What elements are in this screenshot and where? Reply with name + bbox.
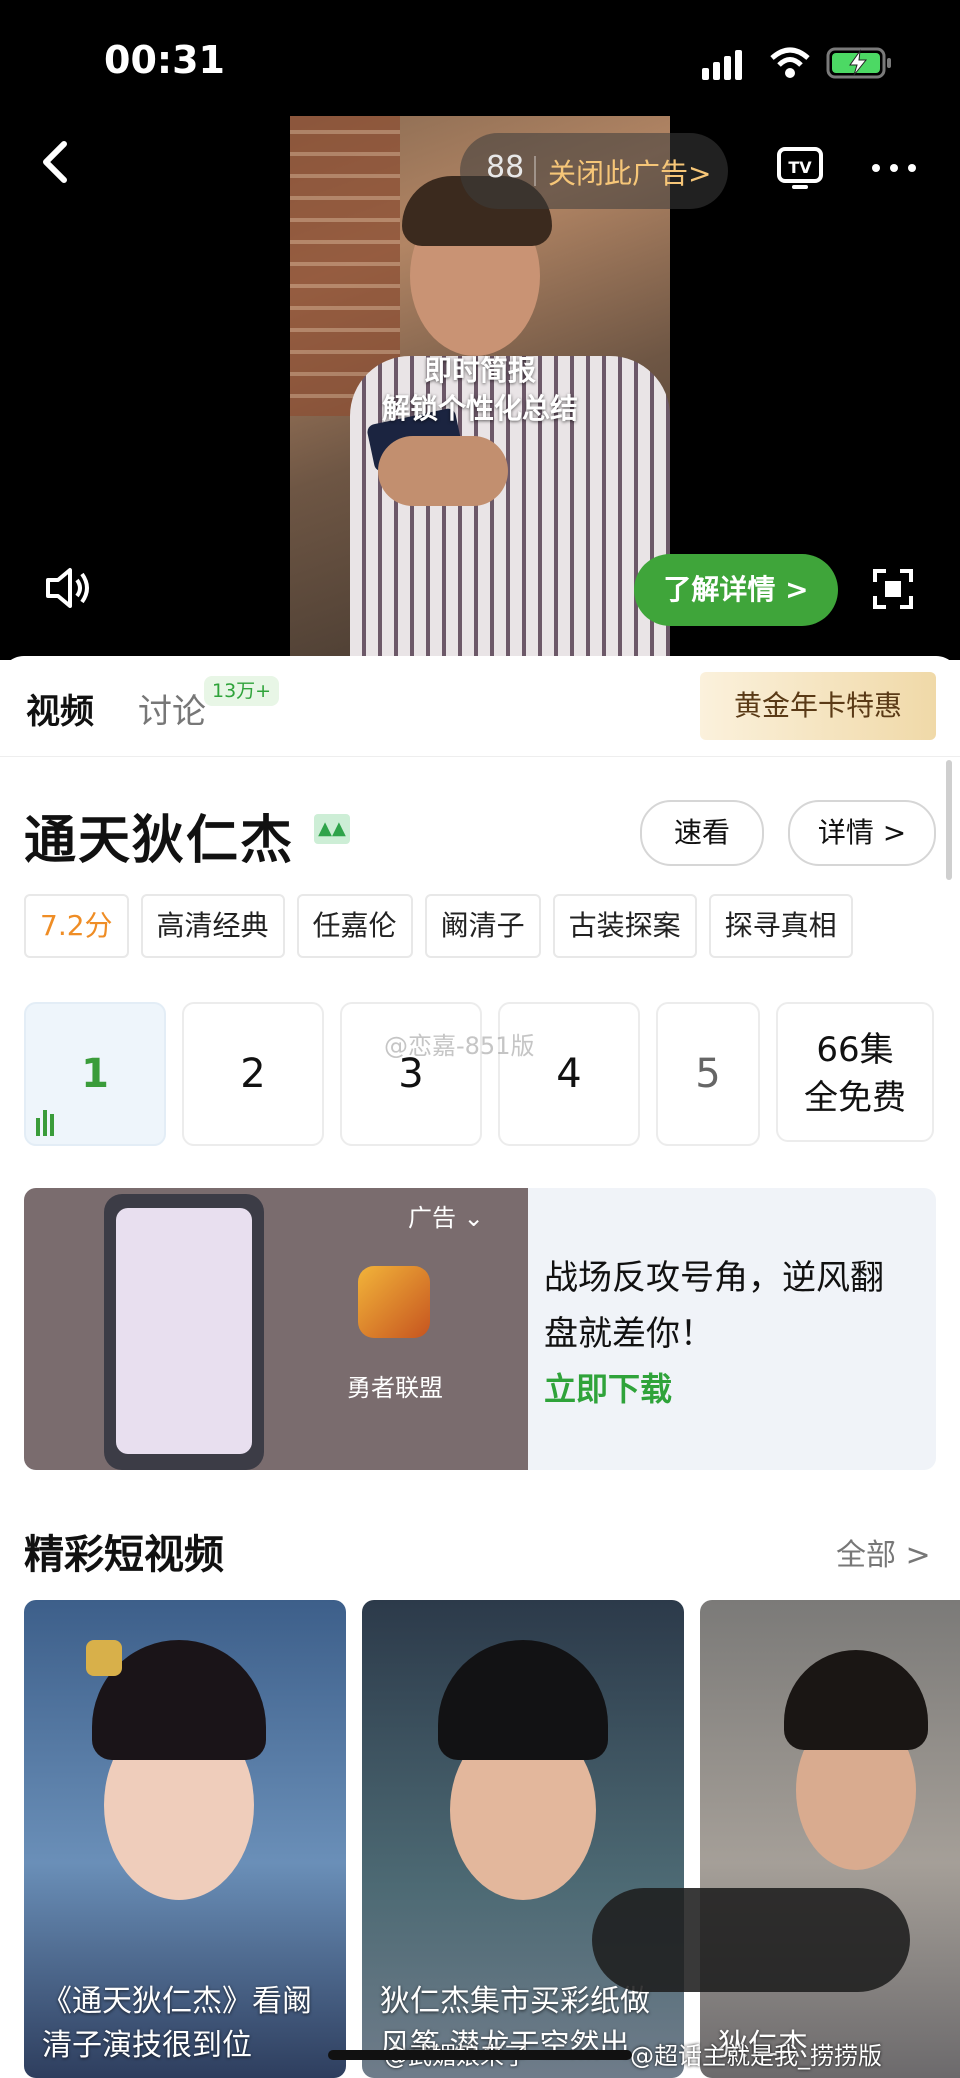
svg-text:TV: TV [788, 158, 812, 177]
ad-headline: 战场反攻号角，逆风翻盘就差你！ [544, 1258, 884, 1354]
game-name: 勇者联盟 [347, 1374, 443, 1402]
status-time: 00:31 [104, 38, 225, 82]
tab-discussion[interactable]: 讨论 [138, 684, 206, 733]
all-episodes-free-button[interactable]: 66集 全免费 [776, 1002, 934, 1142]
show-title: 通天狄仁杰 [24, 811, 295, 871]
ad-label-text: 广告 [408, 1204, 456, 1232]
tab-video[interactable]: 视频 [26, 684, 94, 733]
ad-countdown: 88 [486, 150, 525, 185]
tag-item[interactable]: 阚清子 [424, 894, 541, 958]
gold-annual-card-promo[interactable]: 黄金年卡特惠 [700, 672, 936, 740]
tag-item[interactable]: 探寻真相 [708, 894, 853, 958]
cellular-signal-icon [702, 50, 752, 80]
now-playing-icon [36, 1110, 54, 1136]
episode-5[interactable]: 5 [656, 1002, 760, 1146]
watermark: @恋嘉-851版 [384, 1032, 535, 1060]
ad-caption: 即时简报 解锁个性化总结 [290, 352, 670, 428]
hair-ornament [86, 1640, 122, 1676]
ad-caption-line1: 即时简报 [423, 354, 536, 387]
hand [378, 436, 508, 506]
scrollbar[interactable] [946, 760, 952, 880]
short-video-card[interactable]: 《通天狄仁杰》看阚清子演技很到位 [24, 1600, 346, 2078]
episode-3[interactable]: 3 [340, 1002, 482, 1146]
more-options-icon[interactable] [870, 160, 918, 176]
ad-caption-line2: 解锁个性化总结 [381, 392, 578, 425]
episode-2[interactable]: 2 [182, 1002, 324, 1146]
episode-count: 66集 [816, 1030, 894, 1070]
rating-tag: 7.2分 [24, 894, 129, 958]
quick-view-button[interactable]: 速看 [640, 800, 764, 866]
divider [0, 756, 960, 757]
view-all-button[interactable]: 全部 > [836, 1530, 931, 1574]
vip-icon: ▲▲ [314, 814, 350, 844]
floating-mini-player[interactable] [592, 1888, 910, 1992]
tag-item[interactable]: 任嘉伦 [296, 894, 413, 958]
details-button[interactable]: 详情 > [788, 800, 936, 866]
short-video-card[interactable]: 狄仁杰 [700, 1600, 960, 2078]
actor-hair [438, 1640, 608, 1760]
tag-list: 7.2分 高清经典 任嘉伦 阚清子 古装探案 探寻真相 [24, 894, 865, 958]
ad-pill-divider [534, 156, 536, 186]
free-label: 全免费 [804, 1078, 906, 1118]
phone-screen [116, 1208, 252, 1454]
short-videos-title: 精彩短视频 [24, 1532, 224, 1578]
volume-icon[interactable] [44, 566, 92, 610]
download-button[interactable]: 立即下载 [544, 1364, 672, 1410]
ad-label[interactable]: 广告 ⌄ [408, 1198, 484, 1233]
short-video-card[interactable]: 狄仁杰集市买彩纸做风筝 潜龙于空然出 [362, 1600, 684, 2078]
tv-cast-icon[interactable]: TV [776, 146, 824, 192]
short-video-caption: 《通天狄仁杰》看阚清子演技很到位 [42, 1984, 312, 2063]
game-app-icon [358, 1266, 430, 1338]
wifi-icon [770, 47, 810, 78]
fullscreen-icon[interactable] [872, 568, 914, 610]
discussion-count-badge: 13万+ [204, 676, 280, 706]
learn-more-button[interactable]: 了解详情 > [634, 554, 838, 626]
tag-item[interactable]: 古装探案 [552, 894, 697, 958]
actor-hair [784, 1650, 928, 1750]
watermark: @超话主就是我_捞捞版 [630, 2042, 882, 2070]
home-indicator[interactable] [328, 2050, 632, 2060]
episode-4[interactable]: 4 [498, 1002, 640, 1146]
tag-item[interactable]: 高清经典 [140, 894, 285, 958]
back-arrow-icon[interactable] [38, 138, 72, 186]
battery-charging-icon [826, 47, 891, 79]
chevron-down-icon: ⌄ [463, 1204, 484, 1232]
video-player[interactable]: 00:31 88 关闭此广告> TV 即时简报 解锁个性化总结 了解详情 > [0, 0, 960, 660]
close-ad-button[interactable]: 关闭此广告> [548, 152, 711, 192]
